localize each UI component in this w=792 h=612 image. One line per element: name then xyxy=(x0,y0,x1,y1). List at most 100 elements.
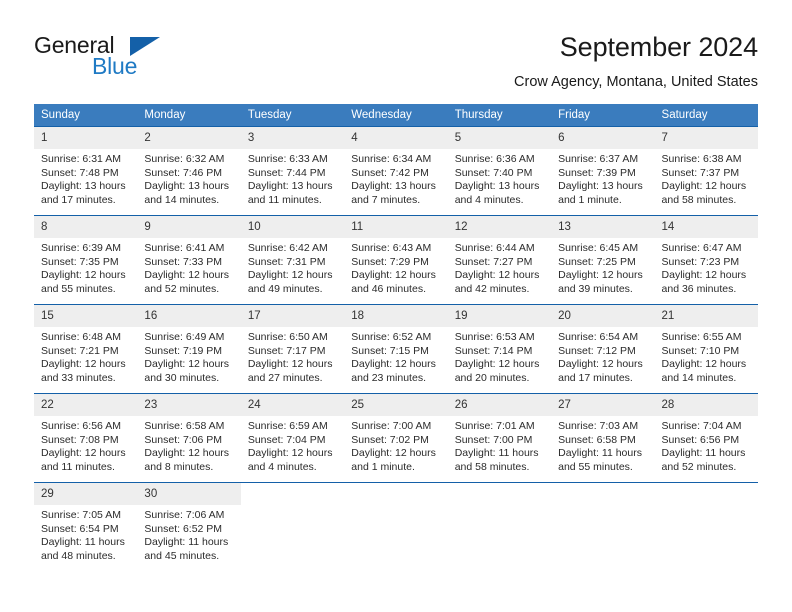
day-details: Sunrise: 6:43 AM Sunset: 7:29 PM Dayligh… xyxy=(344,238,447,296)
brand-logo[interactable]: General Blue xyxy=(34,32,264,88)
sunset-text: Sunset: 7:08 PM xyxy=(41,433,119,446)
sunrise-text: Sunrise: 6:45 AM xyxy=(558,242,639,254)
day-cell[interactable]: 23 Sunrise: 6:58 AM Sunset: 7:06 PM Dayl… xyxy=(137,393,241,483)
day-number: 13 xyxy=(551,216,655,238)
day-number: 11 xyxy=(344,216,448,238)
page-title: September 2024 xyxy=(559,32,758,62)
daylight-text: Daylight: 11 hours and 45 minutes. xyxy=(144,536,229,562)
day-cell[interactable]: 25 Sunrise: 7:00 AM Sunset: 7:02 PM Dayl… xyxy=(344,393,448,483)
sunset-text: Sunset: 7:37 PM xyxy=(661,166,740,179)
weekday-header-wednesday: Wednesday xyxy=(344,104,448,127)
day-cell[interactable]: 30 Sunrise: 7:06 AM Sunset: 6:52 PM Dayl… xyxy=(137,482,241,572)
daylight-text: Daylight: 11 hours and 58 minutes. xyxy=(454,447,539,473)
day-cell[interactable]: 5 Sunrise: 6:36 AM Sunset: 7:40 PM Dayli… xyxy=(447,126,552,216)
day-cell[interactable]: 3 Sunrise: 6:33 AM Sunset: 7:44 PM Dayli… xyxy=(240,126,345,216)
day-cell[interactable]: 29 Sunrise: 7:05 AM Sunset: 6:54 PM Dayl… xyxy=(34,482,138,572)
day-cell[interactable]: 16 Sunrise: 6:49 AM Sunset: 7:19 PM Dayl… xyxy=(137,304,241,394)
day-cell[interactable]: 28 Sunrise: 7:04 AM Sunset: 6:56 PM Dayl… xyxy=(654,393,758,483)
day-cell-empty xyxy=(344,482,448,572)
daylight-text: Daylight: 11 hours and 55 minutes. xyxy=(558,447,642,473)
day-cell[interactable]: 18 Sunrise: 6:52 AM Sunset: 7:15 PM Dayl… xyxy=(344,304,448,394)
day-details: Sunrise: 6:44 AM Sunset: 7:27 PM Dayligh… xyxy=(448,238,551,296)
sunset-text: Sunset: 7:33 PM xyxy=(144,255,223,268)
day-cell[interactable]: 4 Sunrise: 6:34 AM Sunset: 7:42 PM Dayli… xyxy=(344,126,448,216)
sunrise-text: Sunrise: 6:36 AM xyxy=(454,153,535,165)
sunrise-text: Sunrise: 6:38 AM xyxy=(661,153,742,165)
day-number: 14 xyxy=(654,216,758,238)
day-cell[interactable]: 12 Sunrise: 6:44 AM Sunset: 7:27 PM Dayl… xyxy=(447,215,552,305)
sunrise-text: Sunrise: 6:39 AM xyxy=(41,242,121,254)
daylight-text: Daylight: 12 hours and 11 minutes. xyxy=(41,447,126,473)
day-cell[interactable]: 17 Sunrise: 6:50 AM Sunset: 7:17 PM Dayl… xyxy=(240,304,345,394)
day-number xyxy=(344,483,448,505)
sunrise-text: Sunrise: 6:49 AM xyxy=(144,331,225,343)
sunset-text: Sunset: 7:10 PM xyxy=(661,344,740,357)
sunrise-text: Sunrise: 6:58 AM xyxy=(144,420,225,432)
day-number: 21 xyxy=(654,305,758,327)
sunrise-text: Sunrise: 6:32 AM xyxy=(144,153,225,165)
day-number xyxy=(654,483,758,505)
day-cell-empty xyxy=(654,482,758,572)
sunset-text: Sunset: 7:21 PM xyxy=(41,344,119,357)
sunset-text: Sunset: 7:14 PM xyxy=(454,344,533,357)
daylight-text: Daylight: 12 hours and 55 minutes. xyxy=(41,269,126,295)
day-cell[interactable]: 11 Sunrise: 6:43 AM Sunset: 7:29 PM Dayl… xyxy=(344,215,448,305)
daylight-text: Daylight: 12 hours and 14 minutes. xyxy=(661,358,747,384)
weekday-header-row: Sunday Monday Tuesday Wednesday Thursday… xyxy=(34,104,758,127)
day-cell[interactable]: 20 Sunrise: 6:54 AM Sunset: 7:12 PM Dayl… xyxy=(551,304,655,394)
day-details: Sunrise: 6:33 AM Sunset: 7:44 PM Dayligh… xyxy=(241,149,344,207)
weekday-header-monday: Monday xyxy=(137,104,241,127)
day-cell[interactable]: 21 Sunrise: 6:55 AM Sunset: 7:10 PM Dayl… xyxy=(654,304,758,394)
day-cell[interactable]: 15 Sunrise: 6:48 AM Sunset: 7:21 PM Dayl… xyxy=(34,304,138,394)
day-cell[interactable]: 10 Sunrise: 6:42 AM Sunset: 7:31 PM Dayl… xyxy=(240,215,345,305)
week-row: 15 Sunrise: 6:48 AM Sunset: 7:21 PM Dayl… xyxy=(34,304,758,394)
day-cell-empty xyxy=(447,482,552,572)
day-number: 3 xyxy=(240,127,345,149)
day-cell[interactable]: 6 Sunrise: 6:37 AM Sunset: 7:39 PM Dayli… xyxy=(551,126,655,216)
day-details: Sunrise: 6:53 AM Sunset: 7:14 PM Dayligh… xyxy=(448,327,551,385)
sunrise-text: Sunrise: 6:34 AM xyxy=(351,153,432,165)
title-block: September 2024 Crow Agency, Montana, Uni… xyxy=(514,30,758,93)
day-details: Sunrise: 6:34 AM Sunset: 7:42 PM Dayligh… xyxy=(344,149,447,207)
day-cell[interactable]: 8 Sunrise: 6:39 AM Sunset: 7:35 PM Dayli… xyxy=(34,215,138,305)
day-cell[interactable]: 9 Sunrise: 6:41 AM Sunset: 7:33 PM Dayli… xyxy=(137,215,241,305)
day-cell[interactable]: 2 Sunrise: 6:32 AM Sunset: 7:46 PM Dayli… xyxy=(137,126,241,216)
brand-name-blue: Blue xyxy=(92,53,138,79)
sunrise-text: Sunrise: 6:41 AM xyxy=(144,242,225,254)
day-details: Sunrise: 6:48 AM Sunset: 7:21 PM Dayligh… xyxy=(34,327,137,385)
day-cell[interactable]: 22 Sunrise: 6:56 AM Sunset: 7:08 PM Dayl… xyxy=(34,393,138,483)
sunset-text: Sunset: 7:31 PM xyxy=(247,255,326,268)
day-details: Sunrise: 6:38 AM Sunset: 7:37 PM Dayligh… xyxy=(655,149,758,207)
sunrise-text: Sunrise: 6:44 AM xyxy=(454,242,535,254)
daylight-text: Daylight: 12 hours and 4 minutes. xyxy=(247,447,333,473)
sunset-text: Sunset: 7:42 PM xyxy=(351,166,429,179)
day-details: Sunrise: 6:39 AM Sunset: 7:35 PM Dayligh… xyxy=(34,238,137,296)
sunset-text: Sunset: 6:56 PM xyxy=(661,433,740,446)
sunset-text: Sunset: 7:23 PM xyxy=(661,255,740,268)
sunset-text: Sunset: 7:40 PM xyxy=(454,166,533,179)
sunrise-text: Sunrise: 6:37 AM xyxy=(558,153,639,165)
day-cell[interactable]: 26 Sunrise: 7:01 AM Sunset: 7:00 PM Dayl… xyxy=(447,393,552,483)
daylight-text: Daylight: 13 hours and 1 minute. xyxy=(558,180,643,206)
day-cell[interactable]: 7 Sunrise: 6:38 AM Sunset: 7:37 PM Dayli… xyxy=(654,126,758,216)
day-cell[interactable]: 19 Sunrise: 6:53 AM Sunset: 7:14 PM Dayl… xyxy=(447,304,552,394)
daylight-text: Daylight: 12 hours and 39 minutes. xyxy=(558,269,643,295)
daylight-text: Daylight: 13 hours and 4 minutes. xyxy=(454,180,540,206)
day-cell[interactable]: 14 Sunrise: 6:47 AM Sunset: 7:23 PM Dayl… xyxy=(654,215,758,305)
sunrise-text: Sunrise: 6:31 AM xyxy=(41,153,121,165)
sunrise-text: Sunrise: 6:50 AM xyxy=(247,331,328,343)
day-cell[interactable]: 24 Sunrise: 6:59 AM Sunset: 7:04 PM Dayl… xyxy=(240,393,345,483)
sunset-text: Sunset: 7:15 PM xyxy=(351,344,429,357)
weekday-header-friday: Friday xyxy=(551,104,655,127)
day-number: 7 xyxy=(654,127,758,149)
sunset-text: Sunset: 7:44 PM xyxy=(247,166,326,179)
day-cell[interactable]: 13 Sunrise: 6:45 AM Sunset: 7:25 PM Dayl… xyxy=(551,215,655,305)
sunset-text: Sunset: 7:00 PM xyxy=(454,433,533,446)
day-cell[interactable]: 27 Sunrise: 7:03 AM Sunset: 6:58 PM Dayl… xyxy=(551,393,655,483)
day-number: 23 xyxy=(137,394,241,416)
day-number: 26 xyxy=(447,394,552,416)
day-details: Sunrise: 6:58 AM Sunset: 7:06 PM Dayligh… xyxy=(137,416,240,474)
day-cell[interactable]: 1 Sunrise: 6:31 AM Sunset: 7:48 PM Dayli… xyxy=(34,126,138,216)
daylight-text: Daylight: 12 hours and 23 minutes. xyxy=(351,358,436,384)
day-number: 28 xyxy=(654,394,758,416)
